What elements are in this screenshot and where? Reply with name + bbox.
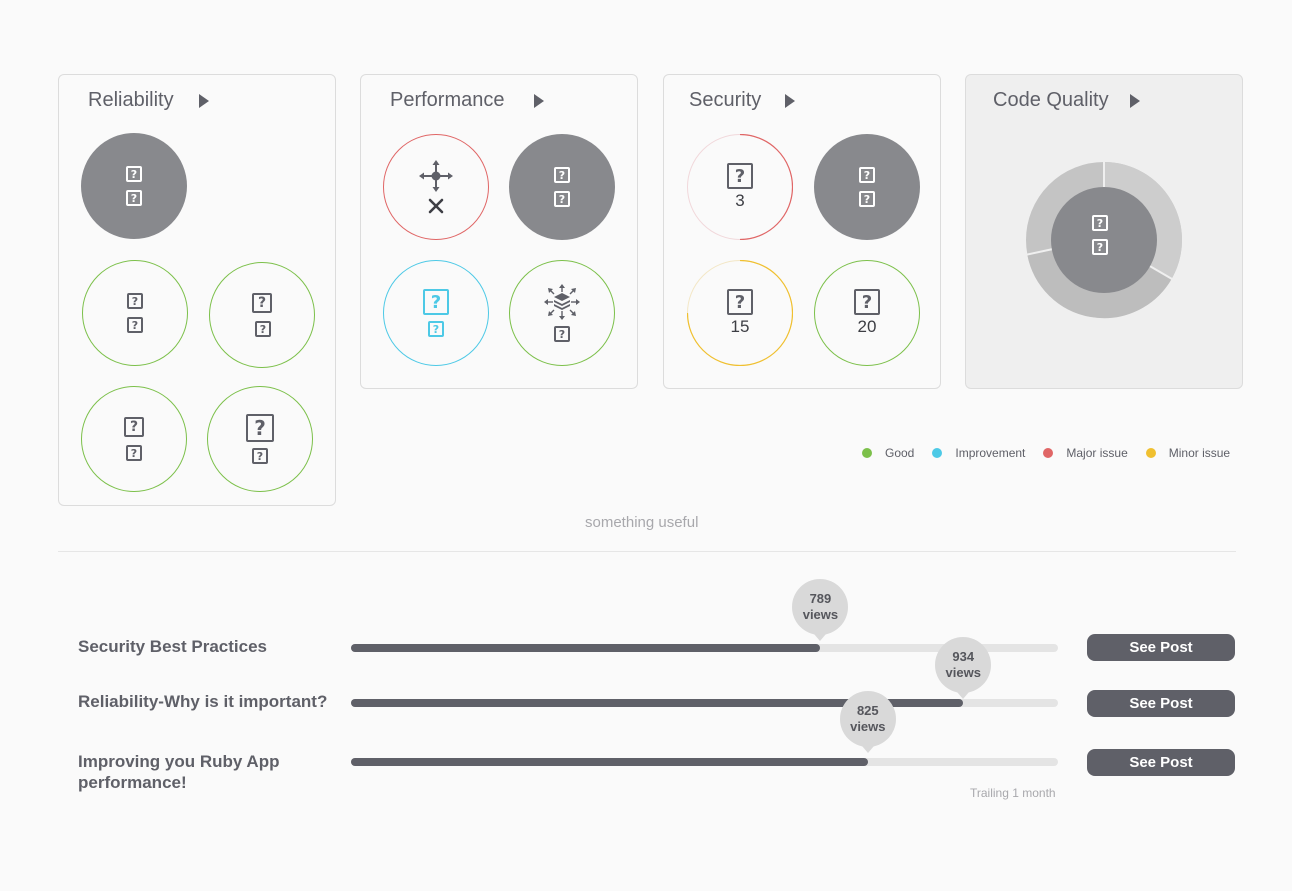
post-views-unit: views [802, 607, 839, 622]
move-arrows-icon [419, 160, 453, 192]
reliability-card: Reliability ? ? ? ? ? ? ? ? ? ? [58, 74, 336, 506]
question-box-icon: ? [252, 448, 268, 464]
post-views-bubble: 789 views [792, 579, 849, 641]
question-box-icon: ? [124, 417, 144, 437]
close-icon [428, 198, 444, 214]
security-title: Security [689, 89, 762, 111]
post-title: Security Best Practices [78, 637, 267, 656]
question-box-icon: ? [126, 190, 142, 206]
question-box-icon: ? [859, 167, 875, 183]
legend-item-minor: Minor issue [1145, 446, 1231, 460]
legend: Good Improvement Major issue Minor issue [862, 446, 1230, 460]
reliability-metric-overall[interactable]: ? ? [81, 133, 187, 239]
performance-metric-3[interactable]: ? [509, 260, 615, 366]
post-views-bubble: 934 views [935, 637, 992, 699]
legend-item-major: Major issue [1043, 446, 1128, 460]
post-views-bubble: 825 views [839, 691, 896, 753]
subtle-caption: something useful [585, 514, 699, 531]
trailing-period-label: Trailing 1 month [970, 786, 1056, 800]
performance-metric-1[interactable] [383, 134, 489, 240]
reliability-metric-1[interactable]: ? ? [82, 260, 188, 366]
see-post-button[interactable]: See Post [1087, 690, 1235, 717]
question-box-icon: ? [554, 191, 570, 207]
security-good-count: 20 [857, 317, 877, 336]
question-box-icon: ? [1092, 239, 1108, 255]
question-box-icon: ? [554, 326, 570, 342]
question-box-icon: ? [126, 166, 142, 182]
question-box-icon: ? [727, 289, 753, 315]
question-box-icon: ? [255, 321, 271, 337]
post-views-unit: views [850, 719, 886, 734]
question-box-icon: ? [727, 163, 753, 189]
code-quality-card: Code Quality ? ? [965, 74, 1243, 389]
question-box-icon: ? [127, 293, 143, 309]
reliability-title: Reliability [88, 89, 174, 111]
post-title: Reliability-Why is it important? [78, 692, 328, 711]
question-box-icon: ? [127, 317, 143, 333]
security-expand-arrow-icon[interactable] [785, 94, 795, 108]
question-box-icon: ? [428, 321, 444, 337]
question-box-icon: ? [252, 293, 272, 313]
post-views-fill [351, 644, 821, 652]
legend-label: Good [885, 446, 915, 460]
section-divider [58, 551, 1236, 552]
performance-title: Performance [390, 89, 505, 111]
security-minor-count: 15 [730, 317, 750, 336]
network-layers-icon [544, 284, 580, 320]
post-views-count: 934 [952, 649, 975, 664]
legend-dot-minor [1145, 448, 1156, 458]
see-post-button[interactable]: See Post [1087, 749, 1235, 776]
legend-dot-good [862, 448, 872, 458]
see-post-button[interactable]: See Post [1087, 634, 1235, 661]
question-box-icon: ? [859, 191, 875, 207]
performance-metric-2[interactable]: ? ? [383, 260, 489, 366]
post-views-track [351, 699, 1058, 707]
question-box-icon: ? [554, 167, 570, 183]
performance-expand-arrow-icon[interactable] [534, 94, 544, 108]
security-card: Security ? 3 ? ? ? 15 ? 20 [663, 74, 941, 389]
reliability-metric-4[interactable]: ? ? [207, 386, 313, 492]
security-metric-overall[interactable]: ? ? [814, 134, 920, 240]
security-major-count: 3 [735, 191, 745, 210]
reliability-expand-arrow-icon[interactable] [199, 94, 209, 108]
performance-metric-overall[interactable]: ? ? [509, 134, 615, 240]
security-metric-good[interactable]: ? 20 [814, 260, 920, 366]
code-quality-expand-arrow-icon[interactable] [1130, 94, 1140, 108]
post-title: Improving you Ruby App performance! [78, 752, 280, 792]
legend-item-improvement: Improvement [932, 446, 1025, 460]
post-views-unit: views [945, 665, 981, 680]
post-views-fill [351, 758, 868, 766]
question-box-icon: ? [1092, 215, 1108, 231]
question-box-icon: ? [854, 289, 880, 315]
legend-dot-major [1043, 448, 1054, 458]
code-quality-title: Code Quality [993, 89, 1109, 111]
question-box-icon: ? [246, 414, 274, 442]
security-metric-major[interactable]: ? 3 [687, 134, 793, 240]
code-quality-center[interactable]: ? ? [1092, 215, 1108, 255]
post-views-count: 825 [856, 703, 879, 718]
question-box-icon: ? [423, 289, 449, 315]
performance-card: Performance ? ? ? ? ? [360, 74, 638, 389]
reliability-metric-2[interactable]: ? ? [209, 262, 315, 368]
legend-item-good: Good [862, 446, 914, 460]
legend-label: Minor issue [1168, 446, 1231, 460]
reliability-metric-3[interactable]: ? ? [81, 386, 187, 492]
post-views-track [351, 758, 1058, 766]
question-box-icon: ? [126, 445, 142, 461]
post-views-count: 789 [809, 591, 832, 606]
legend-label: Improvement [955, 446, 1026, 460]
security-metric-minor[interactable]: ? 15 [687, 260, 793, 366]
legend-label: Major issue [1066, 446, 1128, 460]
legend-dot-improvement [932, 448, 943, 458]
